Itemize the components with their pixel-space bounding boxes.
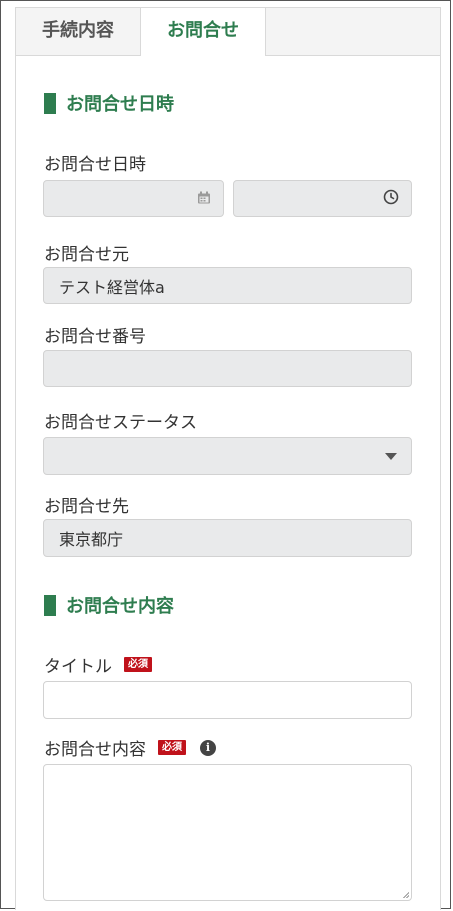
- time-input[interactable]: [233, 180, 412, 217]
- required-badge: 必須: [124, 657, 152, 672]
- number-field: [43, 350, 412, 387]
- section-title-text: お問合せ日時: [66, 94, 174, 115]
- source-label: お問合せ元: [44, 245, 129, 265]
- source-value: テスト経営体a: [59, 277, 165, 297]
- title-label: タイトル 必須: [44, 652, 152, 677]
- info-icon[interactable]: i: [200, 739, 216, 756]
- calendar-icon: [197, 189, 211, 208]
- form-panel: 手続内容 お問合せ お問合せ日時 お問合せ日時 お問合せ元 テスト経営体a お問…: [15, 7, 441, 910]
- title-input[interactable]: [43, 681, 412, 719]
- content-label-text: お問合せ内容: [44, 740, 146, 760]
- content-label: お問合せ内容 必須 i: [44, 735, 216, 760]
- source-field: テスト経営体a: [43, 267, 412, 304]
- tab-inquiry[interactable]: お問合せ: [140, 8, 266, 56]
- section-marker: [44, 594, 56, 616]
- required-badge: 必須: [158, 740, 186, 755]
- destination-value: 東京都庁: [59, 530, 124, 549]
- clock-icon: [383, 189, 399, 209]
- destination-label: お問合せ先: [44, 497, 129, 517]
- section-title-datetime: お問合せ日時: [44, 90, 174, 116]
- destination-field: 東京都庁: [43, 519, 412, 557]
- chevron-down-icon: [385, 453, 397, 460]
- title-label-text: タイトル: [44, 657, 112, 677]
- tab-procedure[interactable]: 手続内容: [16, 8, 140, 55]
- content-textarea[interactable]: [43, 764, 412, 901]
- window-frame: 手続内容 お問合せ お問合せ日時 お問合せ日時 お問合せ元 テスト経営体a お問…: [0, 0, 451, 910]
- section-title-content: お問合せ内容: [44, 592, 174, 618]
- status-select[interactable]: [43, 437, 412, 475]
- status-label: お問合せステータス: [44, 413, 197, 433]
- datetime-label: お問合せ日時: [44, 155, 146, 175]
- section-marker: [44, 92, 56, 114]
- tab-bar: 手続内容 お問合せ: [16, 8, 440, 56]
- resize-handle-icon[interactable]: [403, 892, 409, 898]
- number-label: お問合せ番号: [44, 327, 146, 347]
- section-title-text: お問合せ内容: [66, 596, 174, 617]
- date-input[interactable]: [43, 180, 224, 217]
